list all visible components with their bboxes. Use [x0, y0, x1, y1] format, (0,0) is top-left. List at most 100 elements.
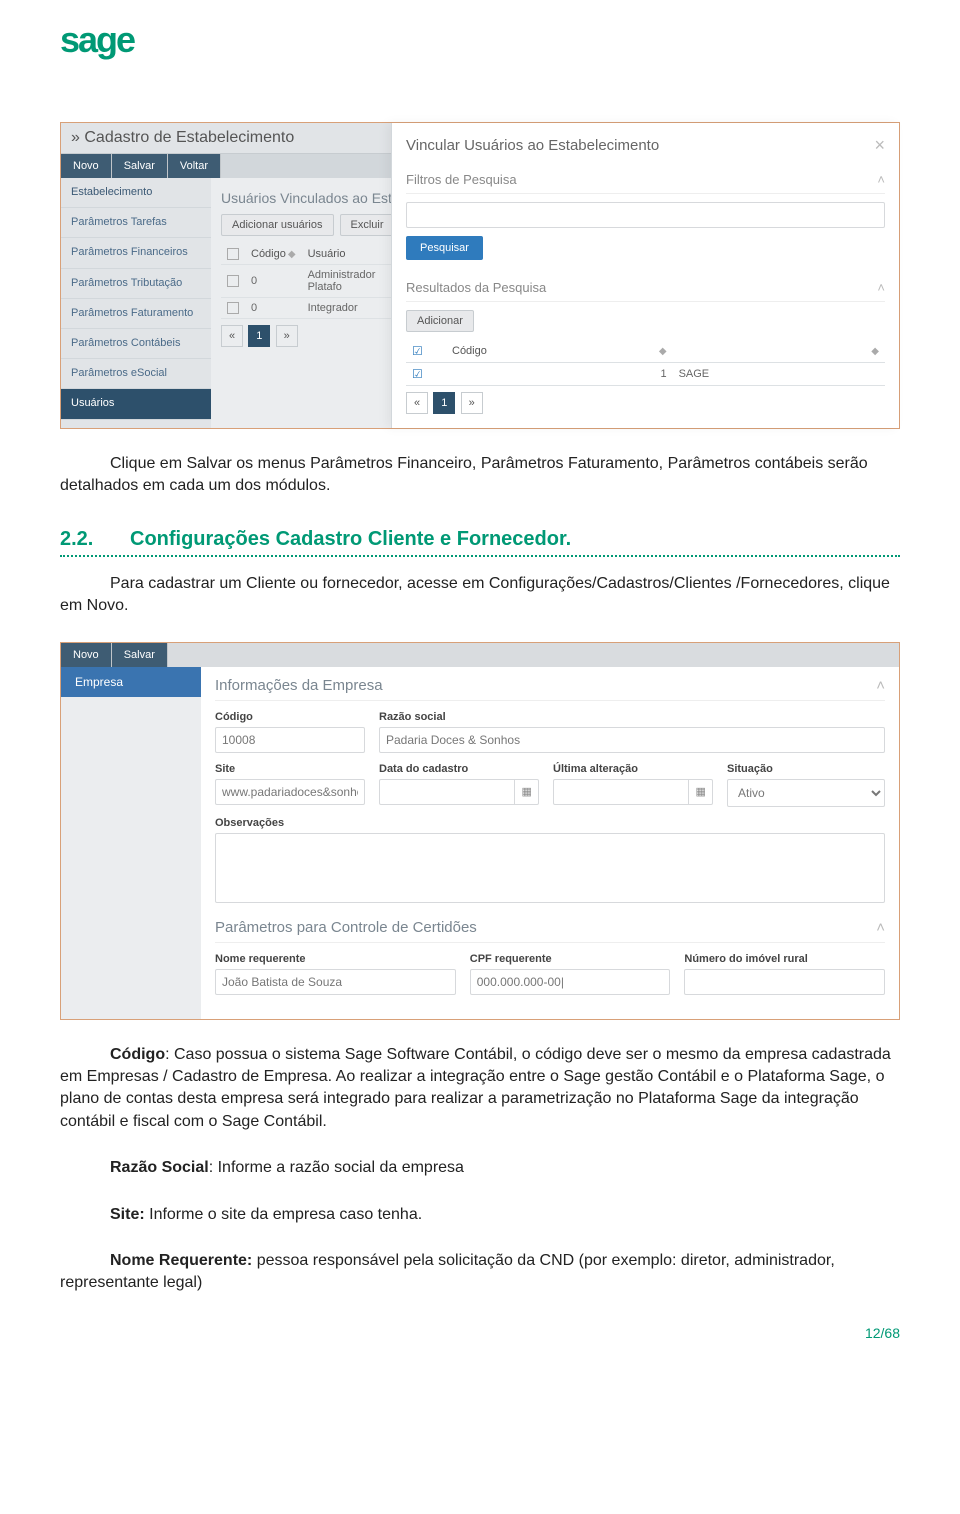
- row-checkbox[interactable]: ☑: [412, 367, 423, 381]
- chevron-up-icon[interactable]: ˄: [877, 172, 885, 187]
- pager-next[interactable]: »: [461, 392, 483, 414]
- usuarios-table: Código◆ Usuário 0 Administrador Platafo …: [221, 244, 401, 319]
- field-name: Nome Requerente:: [110, 1252, 252, 1269]
- adicionar-usuarios-button[interactable]: Adicionar usuários: [221, 214, 334, 236]
- panel-filtros-title: Filtros de Pesquisa: [406, 172, 517, 187]
- cell-usuario: Integrador: [302, 298, 401, 319]
- paragraph-text: Clique em Salvar os menus Parâmetros Fin…: [60, 453, 900, 498]
- close-icon[interactable]: ×: [874, 135, 885, 156]
- cpf-requerente-label: CPF requerente: [470, 953, 671, 965]
- table-row[interactable]: 0 Integrador: [221, 298, 401, 319]
- sort-icon[interactable]: ◆: [288, 249, 296, 260]
- section-number: 2.2.: [60, 528, 100, 551]
- field-name: Site:: [110, 1206, 145, 1223]
- data-cadastro-label: Data do cadastro: [379, 763, 539, 775]
- table-row[interactable]: 0 Administrador Platafo: [221, 265, 401, 298]
- field-name: Código: [110, 1046, 165, 1063]
- chevron-up-icon[interactable]: ˄: [876, 677, 885, 694]
- svg-text:sage: sage: [60, 20, 135, 60]
- sage-logo: sage: [60, 20, 900, 62]
- ultima-alteracao-label: Última alteração: [553, 763, 713, 775]
- salvar-button[interactable]: Salvar: [112, 154, 168, 178]
- observacoes-field[interactable]: [215, 833, 885, 903]
- voltar-button[interactable]: Voltar: [168, 154, 221, 178]
- sidebar-item-contabeis[interactable]: Parâmetros Contábeis: [61, 329, 211, 359]
- data-cadastro-field[interactable]: [379, 779, 515, 805]
- title-prefix: »: [71, 129, 80, 146]
- numero-imovel-field[interactable]: [684, 969, 885, 995]
- site-field[interactable]: [215, 779, 365, 805]
- pesquisar-button[interactable]: Pesquisar: [406, 236, 483, 260]
- row-checkbox[interactable]: [227, 302, 239, 314]
- codigo-field[interactable]: [215, 727, 365, 753]
- table-row[interactable]: ☑ 1 SAGE: [406, 363, 885, 386]
- col-codigo: Código: [452, 345, 487, 357]
- cell-codigo: 0: [245, 298, 302, 319]
- pager-page[interactable]: 1: [433, 392, 455, 414]
- sort-icon[interactable]: ◆: [659, 346, 667, 357]
- sidebar-item-financeiros[interactable]: Parâmetros Financeiros: [61, 238, 211, 268]
- paragraph-text: : Informe a razão social da empresa: [209, 1159, 464, 1176]
- screenshot-cadastro-estabelecimento: » Cadastro de Estabelecimento Novo Salva…: [60, 122, 900, 429]
- paragraph-text: Informe o site da empresa caso tenha.: [145, 1206, 422, 1223]
- sort-icon[interactable]: ◆: [871, 346, 879, 357]
- sidebar-item-estabelecimento[interactable]: Estabelecimento: [61, 178, 211, 208]
- pager-next[interactable]: »: [276, 325, 298, 347]
- salvar-button[interactable]: Salvar: [112, 643, 168, 667]
- cell-nome: SAGE: [673, 363, 814, 386]
- chevron-up-icon[interactable]: ˄: [877, 280, 885, 295]
- col-usuario: Usuário: [308, 248, 346, 260]
- paragraph: Para cadastrar um Cliente ou fornecedor,…: [60, 573, 900, 618]
- select-all-checkbox[interactable]: ☑: [412, 344, 423, 358]
- ultima-alteracao-field[interactable]: [553, 779, 689, 805]
- sidebar-item-faturamento[interactable]: Parâmetros Faturamento: [61, 299, 211, 329]
- paragraph: Nome Requerente: pessoa responsável pela…: [60, 1250, 900, 1295]
- pager-page[interactable]: 1: [248, 325, 270, 347]
- sidebar-item-esocial[interactable]: Parâmetros eSocial: [61, 359, 211, 389]
- site-label: Site: [215, 763, 365, 775]
- title-text: Cadastro de Estabelecimento: [84, 129, 294, 146]
- cpf-requerente-field[interactable]: [470, 969, 671, 995]
- paragraph: Site: Informe o site da empresa caso ten…: [60, 1204, 900, 1226]
- section-heading: 2.2. Configurações Cadastro Cliente e Fo…: [60, 528, 900, 557]
- nome-requerente-field[interactable]: [215, 969, 456, 995]
- panel-resultados-title: Resultados da Pesquisa: [406, 280, 546, 295]
- situacao-label: Situação: [727, 763, 885, 775]
- observacoes-label: Observações: [215, 817, 885, 829]
- calendar-icon[interactable]: ▦: [689, 779, 713, 805]
- razao-social-field[interactable]: [379, 727, 885, 753]
- select-all-checkbox[interactable]: [227, 248, 239, 260]
- sidebar: Estabelecimento Parâmetros Tarefas Parâm…: [61, 178, 211, 428]
- page-number: 12/68: [60, 1325, 900, 1341]
- situacao-select[interactable]: Ativo: [727, 779, 885, 807]
- form-container: Informações da Empresa ˄ Código Razão so…: [201, 667, 899, 1019]
- numero-imovel-label: Número do imóvel rural: [684, 953, 885, 965]
- row-checkbox[interactable]: [227, 275, 239, 287]
- codigo-label: Código: [215, 711, 365, 723]
- cell-usuario: Administrador Platafo: [302, 265, 401, 298]
- modal-pager: « 1 »: [406, 392, 885, 414]
- sidebar-item-tarefas[interactable]: Parâmetros Tarefas: [61, 208, 211, 238]
- cell-codigo: 1: [601, 363, 673, 386]
- nome-requerente-label: Nome requerente: [215, 953, 456, 965]
- pager-prev[interactable]: «: [406, 392, 428, 414]
- section-informacoes-empresa: Informações da Empresa: [215, 677, 383, 694]
- tab-empresa[interactable]: Empresa: [61, 667, 201, 697]
- pager-prev[interactable]: «: [221, 325, 243, 347]
- col-codigo: Código: [251, 248, 286, 260]
- novo-button[interactable]: Novo: [61, 154, 112, 178]
- calendar-icon[interactable]: ▦: [515, 779, 539, 805]
- chevron-up-icon[interactable]: ˄: [876, 919, 885, 936]
- paragraph-text: : Caso possua o sistema Sage Software Co…: [60, 1046, 891, 1130]
- adicionar-button[interactable]: Adicionar: [406, 310, 474, 332]
- results-table: ☑ Código ◆ ◆ ☑ 1 SAGE: [406, 340, 885, 386]
- excluir-button[interactable]: Excluir: [340, 214, 395, 236]
- modal-vincular-usuarios: Vincular Usuários ao Estabelecimento × F…: [391, 123, 899, 428]
- sidebar-item-tributacao[interactable]: Parâmetros Tributação: [61, 269, 211, 299]
- paragraph: Código: Caso possua o sistema Sage Softw…: [60, 1044, 900, 1134]
- paragraph: Clique em Salvar os menus Parâmetros Fin…: [60, 453, 900, 498]
- search-input[interactable]: [406, 202, 885, 228]
- toolbar: Novo Salvar: [61, 643, 899, 667]
- novo-button[interactable]: Novo: [61, 643, 112, 667]
- sidebar-item-usuarios[interactable]: Usuários: [61, 389, 211, 419]
